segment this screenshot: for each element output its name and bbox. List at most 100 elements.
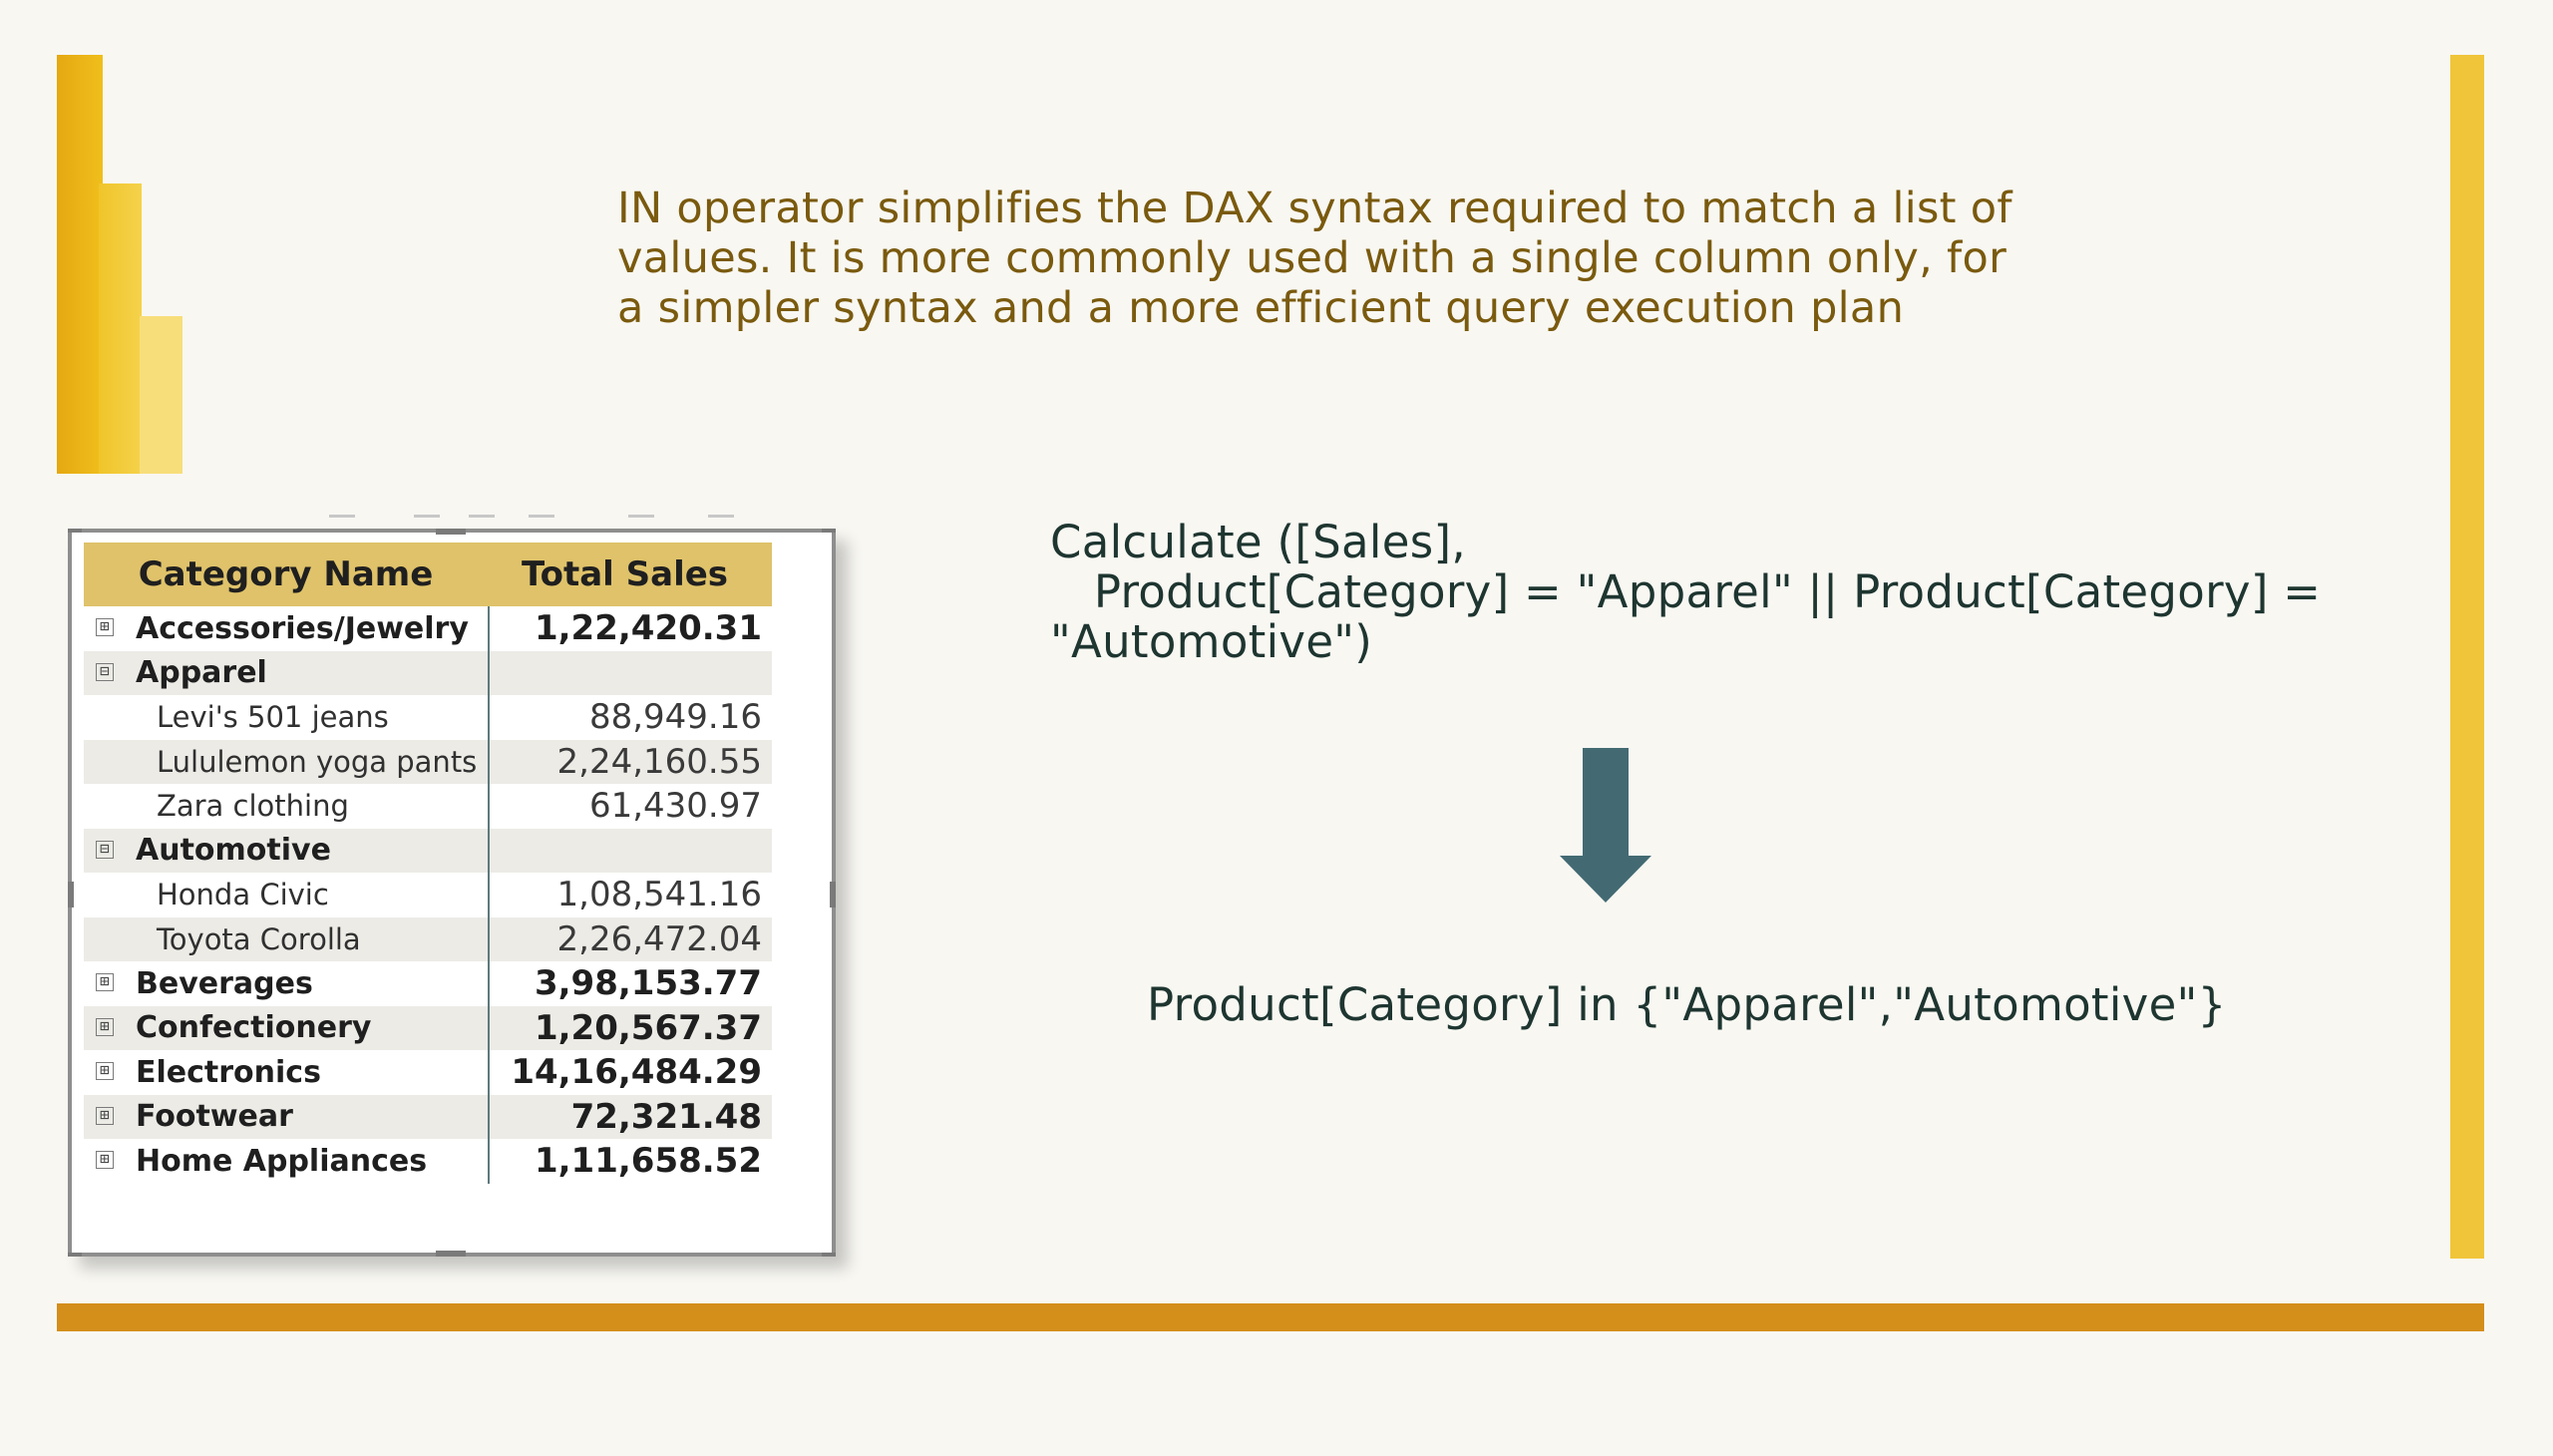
collapse-minus-icon[interactable]: ⊟	[96, 662, 114, 681]
table-row[interactable]: ⊞ Confectionery 1,20,567.37	[84, 1005, 772, 1051]
matrix-header-row: Category Name Total Sales	[84, 543, 772, 606]
toolbar-mark[interactable]	[529, 515, 554, 518]
resize-handle-left[interactable]	[68, 882, 74, 908]
table-row[interactable]: Toyota Corolla 2,26,472.04	[84, 916, 772, 962]
logo-bar-medium	[99, 183, 142, 474]
item-label: Toyota Corolla	[157, 921, 361, 956]
item-label: Zara clothing	[157, 789, 349, 824]
item-label: Honda Civic	[157, 878, 329, 912]
toolbar-mark[interactable]	[708, 515, 734, 518]
column-divider	[488, 916, 490, 961]
toolbar-mark[interactable]	[628, 515, 654, 518]
table-row[interactable]: ⊞ Home Appliances 1,11,658.52	[84, 1139, 772, 1184]
table-row[interactable]: Zara clothing 61,430.97	[84, 784, 772, 829]
sales-value: 2,26,472.04	[556, 918, 762, 959]
column-header-sales[interactable]: Total Sales	[488, 543, 772, 606]
row-label-cell: ⊞ Home Appliances	[84, 1139, 488, 1184]
resize-handle[interactable]	[68, 529, 82, 533]
table-row[interactable]: ⊟ Apparel	[84, 650, 772, 696]
row-label-cell: ⊞ Electronics	[84, 1050, 488, 1095]
resize-handle[interactable]	[68, 1253, 82, 1257]
table-row[interactable]: Lululemon yoga pants 2,24,160.55	[84, 739, 772, 785]
column-divider	[488, 961, 490, 1006]
column-divider	[488, 828, 490, 873]
table-row[interactable]: ⊞ Accessories/Jewelry 1,22,420.31	[84, 606, 772, 651]
arrow-down-icon	[1560, 748, 1651, 903]
item-label: Levi's 501 jeans	[157, 700, 389, 735]
sales-value: 1,08,541.16	[556, 875, 762, 915]
intro-paragraph: IN operator simplifies the DAX syntax re…	[617, 183, 2012, 333]
category-label: Electronics	[136, 1054, 321, 1090]
sales-value: 2,24,160.55	[556, 741, 762, 782]
sales-value: 88,949.16	[588, 697, 762, 738]
resize-handle[interactable]	[822, 1253, 836, 1257]
column-divider	[488, 739, 490, 784]
bottom-accent-bar	[57, 1303, 2484, 1331]
resize-handle-right[interactable]	[830, 882, 836, 908]
column-divider	[488, 1050, 490, 1095]
category-label: Confectionery	[136, 1010, 372, 1046]
category-label: Footwear	[136, 1099, 293, 1135]
collapse-minus-icon[interactable]: ⊟	[96, 840, 114, 859]
row-label-cell: ⊞ Beverages	[84, 961, 488, 1006]
sales-value-cell: 3,98,153.77	[488, 961, 772, 1006]
expand-plus-icon[interactable]: ⊞	[96, 1062, 114, 1081]
column-divider	[488, 873, 490, 917]
toolbar-mark[interactable]	[414, 515, 440, 518]
resize-handle-top[interactable]	[436, 529, 466, 535]
sales-value-cell	[488, 829, 772, 874]
expand-plus-icon[interactable]: ⊞	[96, 1151, 114, 1170]
expand-plus-icon[interactable]: ⊞	[96, 1106, 114, 1125]
logo-bar-large	[57, 55, 103, 474]
row-label-cell: ⊞ Accessories/Jewelry	[84, 606, 488, 651]
sales-value-cell: 88,949.16	[488, 695, 772, 740]
expand-plus-icon[interactable]: ⊞	[96, 618, 114, 637]
table-row[interactable]: Levi's 501 jeans 88,949.16	[84, 695, 772, 740]
sales-value-cell: 1,20,567.37	[488, 1006, 772, 1051]
sales-value-cell: 1,08,541.16	[488, 873, 772, 917]
table-row[interactable]: ⊞ Footwear 72,321.48	[84, 1094, 772, 1140]
column-header-category[interactable]: Category Name	[84, 543, 488, 606]
right-accent-bar	[2450, 55, 2484, 1259]
sales-value-cell: 1,22,420.31	[488, 606, 772, 651]
table-row[interactable]: ⊟ Automotive	[84, 828, 772, 874]
category-label: Automotive	[136, 833, 331, 869]
column-divider	[488, 1094, 490, 1139]
expand-plus-icon[interactable]: ⊞	[96, 1017, 114, 1036]
row-label-cell: Levi's 501 jeans	[84, 695, 488, 740]
category-label: Accessories/Jewelry	[136, 610, 469, 646]
sales-value-cell	[488, 651, 772, 696]
matrix-table: Category Name Total Sales ⊞ Accessories/J…	[84, 543, 772, 1184]
sales-value: 14,16,484.29	[511, 1052, 762, 1093]
logo-bar-small	[140, 316, 182, 474]
resize-handle-bottom[interactable]	[436, 1251, 466, 1257]
row-label-cell: Toyota Corolla	[84, 917, 488, 962]
table-row[interactable]: Honda Civic 1,08,541.16	[84, 873, 772, 917]
sales-value: 1,20,567.37	[534, 1007, 762, 1048]
matrix-body: ⊞ Accessories/Jewelry 1,22,420.31 ⊟ Apparel L…	[84, 606, 772, 1184]
row-label-cell: Lululemon yoga pants	[84, 740, 488, 785]
row-label-cell: Honda Civic	[84, 873, 488, 917]
toolbar-mark[interactable]	[469, 515, 495, 518]
column-divider	[488, 1005, 490, 1050]
dax-code-after: Product[Category] in {"Apparel","Automot…	[1147, 978, 2227, 1031]
expand-plus-icon[interactable]: ⊞	[96, 973, 114, 992]
table-row[interactable]: ⊞ Beverages 3,98,153.77	[84, 961, 772, 1006]
column-divider	[488, 695, 490, 740]
sales-value-cell: 2,24,160.55	[488, 740, 772, 785]
sales-value-cell: 72,321.48	[488, 1095, 772, 1140]
row-label-cell: ⊞ Footwear	[84, 1095, 488, 1140]
dax-code-before: Calculate ([Sales], Product[Category] = …	[1050, 516, 2322, 668]
sales-value-cell: 14,16,484.29	[488, 1050, 772, 1095]
visual-header-toolbar[interactable]	[329, 511, 828, 525]
sales-value: 3,98,153.77	[534, 963, 762, 1004]
toolbar-mark[interactable]	[329, 515, 355, 518]
sales-value-cell: 1,11,658.52	[488, 1139, 772, 1184]
matrix-visual[interactable]: Category Name Total Sales ⊞ Accessories/J…	[68, 529, 836, 1257]
resize-handle[interactable]	[822, 529, 836, 533]
row-label-cell: Zara clothing	[84, 784, 488, 829]
sales-value: 72,321.48	[570, 1096, 762, 1137]
column-header-sales-label: Total Sales	[521, 554, 729, 594]
row-label-cell: ⊞ Confectionery	[84, 1006, 488, 1051]
table-row[interactable]: ⊞ Electronics 14,16,484.29	[84, 1050, 772, 1095]
